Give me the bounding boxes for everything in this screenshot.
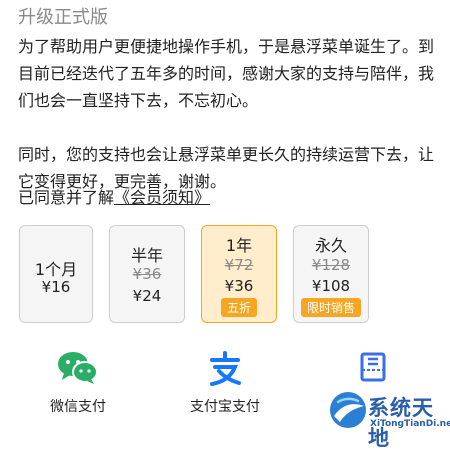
plan-card-lifetime[interactable]: 永久 ¥128 ¥108 限时销售 (293, 225, 369, 323)
plan-original-price: ¥72 (224, 256, 254, 274)
plan-discount-badge: 五折 (220, 298, 258, 317)
payment-label: 支付宝支付 (190, 399, 260, 415)
plan-name: 半年 (130, 246, 163, 265)
plan-price: ¥24 (132, 287, 162, 305)
plan-original-price: ¥128 (311, 256, 351, 274)
watermark-url: XiTongTianDi.net (370, 419, 450, 429)
wechat-pay-option[interactable]: 微信支付 (23, 350, 133, 416)
plan-original-price: ¥36 (132, 265, 162, 283)
card-pay-option[interactable] (318, 350, 428, 382)
plan-limited-sale-badge: 限时销售 (300, 298, 362, 317)
intro-paragraph-1: 为了帮助用户更便捷地操作手机，于是悬浮菜单诞生了。到目前已经迭代了五年多的时间，… (18, 37, 435, 110)
intro-text: 为了帮助用户更便捷地操作手机，于是悬浮菜单诞生了。到目前已经迭代了五年多的时间，… (18, 33, 448, 195)
plan-name: 永久 (314, 236, 347, 255)
plan-price: ¥108 (311, 277, 351, 295)
site-watermark: 系统天地 XiTongTianDi.net (328, 388, 450, 450)
wechat-pay-icon (58, 352, 98, 384)
membership-terms-link[interactable]: 《会员须知》 (114, 188, 210, 207)
agreement-line: 已同意并了解《会员须知》 (18, 184, 210, 208)
plan-card-1-month[interactable]: 1个月 ¥16 (19, 225, 93, 323)
plan-price: ¥16 (41, 278, 71, 296)
agreement-prefix: 已同意并了解 (18, 188, 115, 207)
alipay-option[interactable]: 支付宝支付 (170, 350, 280, 416)
watermark-logo-icon (330, 392, 366, 428)
plan-card-half-year[interactable]: 半年 ¥36 ¥24 (109, 225, 185, 323)
plan-card-1-year[interactable]: 1年 ¥72 ¥36 五折 (201, 225, 277, 323)
plan-price: ¥36 (224, 277, 254, 295)
plan-name: 1年 (225, 236, 253, 255)
plan-name: 1个月 (34, 260, 78, 279)
payment-label: 微信支付 (50, 399, 106, 415)
card-icon (360, 352, 386, 382)
page-title: 升级正式版 (18, 7, 108, 28)
alipay-icon (210, 351, 241, 386)
